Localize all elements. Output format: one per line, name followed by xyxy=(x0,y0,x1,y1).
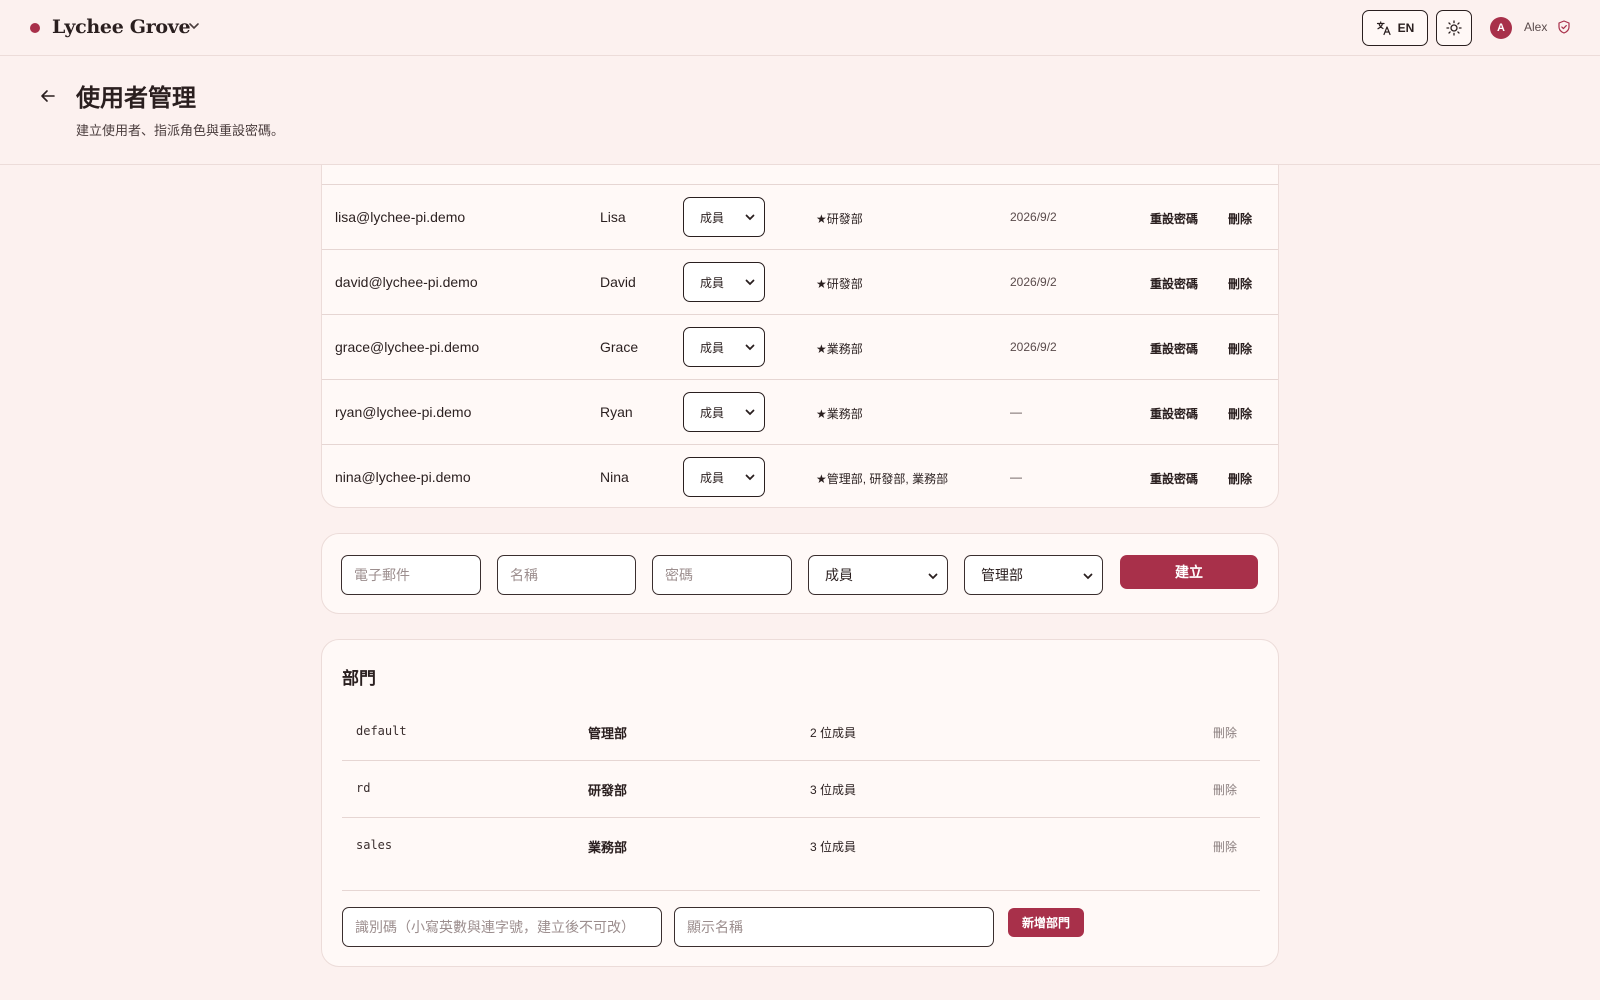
page-header: 使用者管理 建立使用者、指派角色與重設密碼。 xyxy=(0,56,1600,165)
role-select-value: 成員 xyxy=(825,567,853,583)
department-display-name-field[interactable] xyxy=(674,907,994,947)
department-code: rd xyxy=(356,781,371,795)
role-select[interactable]: 成員 xyxy=(808,555,948,595)
user-name-cell: Ryan xyxy=(600,404,633,420)
role-select[interactable]: 成員 xyxy=(683,327,765,367)
departments-title: 部門 xyxy=(342,669,376,689)
delete-user-button[interactable]: 刪除 xyxy=(1228,210,1252,227)
user-date: — xyxy=(1010,405,1022,419)
department-member-count: 3 位成員 xyxy=(810,840,857,854)
user-date: 2026/9/2 xyxy=(1010,340,1057,354)
department-row: sales 業務部 3 位成員 刪除 xyxy=(342,818,1260,875)
department-member-count: 2 位成員 xyxy=(810,726,857,740)
delete-user-button[interactable]: 刪除 xyxy=(1228,275,1252,292)
translate-icon xyxy=(1376,21,1391,36)
divider xyxy=(342,890,1260,891)
sun-icon xyxy=(1446,20,1462,36)
user-name-cell: Lisa xyxy=(600,209,626,225)
delete-department-button[interactable]: 刪除 xyxy=(1213,724,1237,741)
user-email: david@lychee-pi.demo xyxy=(335,274,478,290)
user-date: 2026/9/2 xyxy=(1010,275,1057,289)
department-member-count: 3 位成員 xyxy=(810,783,857,797)
department-row: rd 研發部 3 位成員 刪除 xyxy=(342,761,1260,818)
role-select-value: 成員 xyxy=(700,340,725,355)
table-row: lisa@lychee-pi.demo Lisa 成員 ★研發部 2026/9/… xyxy=(322,184,1278,249)
shield-check-icon xyxy=(1558,20,1570,34)
brand-dot-icon xyxy=(30,23,40,33)
chevron-down-icon[interactable] xyxy=(186,18,202,34)
create-user-form: 成員 管理部 建立 xyxy=(321,533,1279,614)
department-code: default xyxy=(356,724,407,738)
department-select-value: 管理部 xyxy=(981,567,1023,583)
reset-password-button[interactable]: 重設密碼 xyxy=(1150,340,1198,357)
chevron-down-icon xyxy=(745,409,755,416)
reset-password-button[interactable]: 重設密碼 xyxy=(1150,405,1198,422)
role-select[interactable]: 成員 xyxy=(683,197,765,237)
user-email: nina@lychee-pi.demo xyxy=(335,469,471,485)
role-select-value: 成員 xyxy=(700,470,725,485)
department-name: 管理部 xyxy=(588,726,628,741)
department-code: sales xyxy=(356,838,393,852)
user-departments: ★業務部 xyxy=(816,407,863,421)
role-select[interactable]: 成員 xyxy=(683,457,765,497)
delete-user-button[interactable]: 刪除 xyxy=(1228,405,1252,422)
language-button[interactable]: EN xyxy=(1362,10,1428,46)
delete-department-button[interactable]: 刪除 xyxy=(1213,781,1237,798)
user-email: ryan@lychee-pi.demo xyxy=(335,404,472,420)
user-departments: ★管理部, 研發部, 業務部 xyxy=(816,472,949,486)
page-title: 使用者管理 xyxy=(76,83,196,112)
delete-user-button[interactable]: 刪除 xyxy=(1228,470,1252,487)
back-arrow-icon[interactable] xyxy=(38,86,58,106)
user-name-cell: David xyxy=(600,274,636,290)
password-field[interactable] xyxy=(652,555,792,595)
user-name-cell: Nina xyxy=(600,469,629,485)
name-field[interactable] xyxy=(497,555,636,595)
reset-password-button[interactable]: 重設密碼 xyxy=(1150,470,1198,487)
chevron-down-icon xyxy=(1083,573,1093,580)
theme-toggle-button[interactable] xyxy=(1436,10,1472,46)
chevron-down-icon xyxy=(745,474,755,481)
reset-password-button[interactable]: 重設密碼 xyxy=(1150,210,1198,227)
table-row: ryan@lychee-pi.demo Ryan 成員 ★業務部 — 重設密碼 … xyxy=(322,379,1278,444)
department-row: default 管理部 2 位成員 刪除 xyxy=(342,704,1260,761)
user-name[interactable]: Alex xyxy=(1524,20,1547,34)
user-name-cell: Grace xyxy=(600,339,639,355)
departments-card: 部門 default 管理部 2 位成員 刪除 rd 研發部 3 位成員 刪除 … xyxy=(321,639,1279,967)
user-date: — xyxy=(1010,470,1022,484)
brand-name[interactable]: Lychee Grove xyxy=(52,16,191,38)
reset-password-button[interactable]: 重設密碼 xyxy=(1150,275,1198,292)
role-select[interactable]: 成員 xyxy=(683,392,765,432)
avatar[interactable]: A xyxy=(1490,17,1512,39)
department-name: 研發部 xyxy=(588,783,628,798)
role-select-value: 成員 xyxy=(700,405,725,420)
department-code-field[interactable] xyxy=(342,907,662,947)
department-select[interactable]: 管理部 xyxy=(964,555,1103,595)
department-name: 業務部 xyxy=(588,840,628,855)
chevron-down-icon xyxy=(745,279,755,286)
chevron-down-icon xyxy=(928,573,938,580)
user-departments: ★研發部 xyxy=(816,277,863,291)
page-subtitle: 建立使用者、指派角色與重設密碼。 xyxy=(76,123,285,138)
role-select-value: 成員 xyxy=(700,275,725,290)
email-field[interactable] xyxy=(341,555,481,595)
user-email: lisa@lychee-pi.demo xyxy=(335,209,466,225)
users-table: lisa@lychee-pi.demo Lisa 成員 ★研發部 2026/9/… xyxy=(321,130,1279,508)
user-departments: ★業務部 xyxy=(816,342,863,356)
delete-department-button[interactable]: 刪除 xyxy=(1213,838,1237,855)
create-user-button[interactable]: 建立 xyxy=(1120,555,1258,589)
top-bar: Lychee Grove EN A Alex xyxy=(0,0,1600,56)
user-departments: ★研發部 xyxy=(816,212,863,226)
table-row: david@lychee-pi.demo David 成員 ★研發部 2026/… xyxy=(322,249,1278,314)
delete-user-button[interactable]: 刪除 xyxy=(1228,340,1252,357)
language-label: EN xyxy=(1397,21,1415,35)
table-row: nina@lychee-pi.demo Nina 成員 ★管理部, 研發部, 業… xyxy=(322,444,1278,507)
chevron-down-icon xyxy=(745,344,755,351)
table-row: grace@lychee-pi.demo Grace 成員 ★業務部 2026/… xyxy=(322,314,1278,379)
user-email: grace@lychee-pi.demo xyxy=(335,339,480,355)
role-select[interactable]: 成員 xyxy=(683,262,765,302)
chevron-down-icon xyxy=(745,214,755,221)
user-date: 2026/9/2 xyxy=(1010,210,1057,224)
add-department-button[interactable]: 新增部門 xyxy=(1008,908,1084,937)
role-select-value: 成員 xyxy=(700,210,725,225)
